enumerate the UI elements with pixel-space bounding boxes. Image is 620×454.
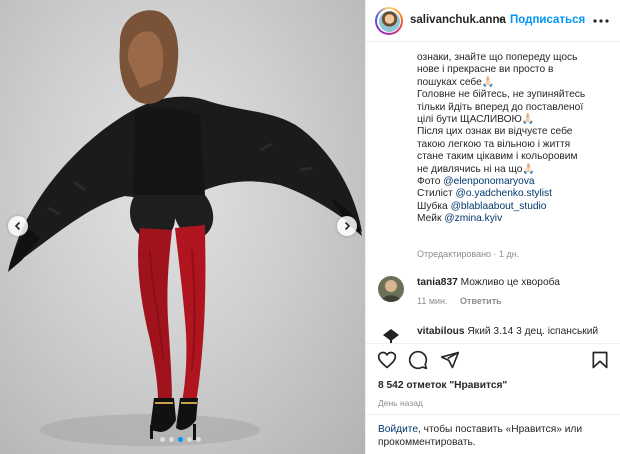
caption-line: такою легкою та вільною і життя [417, 138, 571, 150]
comment-time: 11 мин. [417, 296, 448, 306]
caption-credit: Стиліст @o.yadchenko.stylist [417, 188, 613, 200]
comment-text: vitabilous Який 3.14 3 дец. іспанський [417, 326, 613, 338]
reply-button[interactable]: Ответить [460, 296, 502, 306]
comment-body: Який 3.14 3 дец. іспанський [467, 326, 599, 337]
caption-line: Головне не бійтесь, не зупиняйтесь [417, 89, 586, 101]
carousel-dot [169, 437, 174, 442]
caption-credit: Фото @elenponomaryova [417, 176, 613, 188]
post-caption: ознаки, знайте що попереду щось нове і пр… [417, 52, 613, 226]
credit-label: Шубка [417, 200, 448, 212]
comment-text: tania837 Можливо це хвороба [417, 277, 613, 289]
credit-label: Стиліст [417, 188, 453, 200]
caption-line: нове і прекрасне ви просто в [417, 64, 554, 76]
post-sidebar: salivanchuk.anna • Подписаться ознаки, з… [365, 0, 620, 454]
login-link[interactable]: Войдите [378, 424, 418, 435]
paper-plane-icon[interactable] [440, 350, 460, 370]
caption-line: стане таким цікавим і кольоровим [417, 151, 578, 163]
comment-avatar[interactable] [378, 325, 404, 343]
carousel-dot-active [178, 437, 183, 442]
login-prompt: Войдите, чтобы поставить «Нравится» или … [366, 414, 620, 454]
caption-credit: Шубка @blablaabout_studio [417, 201, 613, 213]
photo-illustration [8, 10, 362, 446]
caption-line: ознаки, знайте що попереду щось [417, 52, 578, 63]
comment-meta: 11 мин. Ответить [417, 296, 512, 306]
caption-line: тільки йдіть вперед до поставленої [417, 101, 584, 113]
avatar[interactable] [375, 7, 403, 35]
mention-link[interactable]: @elenponomaryova [443, 176, 534, 187]
comment-avatar[interactable] [378, 276, 404, 302]
credit-label: Фото [417, 176, 441, 188]
heart-icon[interactable] [377, 350, 397, 370]
post-modal: salivanchuk.anna • Подписаться ознаки, з… [0, 0, 620, 454]
bookmark-icon[interactable] [590, 350, 610, 370]
caption-credit: Мейк @zmina.kyiv [417, 213, 613, 225]
comment-body: Можливо це хвороба [460, 277, 560, 288]
carousel-dot [160, 437, 165, 442]
caption-line: Після цих ознак ви відчуєте себе [417, 126, 573, 138]
chevron-left-icon[interactable] [8, 216, 28, 236]
action-bar [366, 343, 620, 373]
more-horizontal-icon[interactable] [592, 13, 610, 29]
edited-timestamp: Отредактировано · 1 дн. [417, 249, 520, 259]
chevron-right-icon[interactable] [337, 216, 357, 236]
post-header: salivanchuk.anna • Подписаться [366, 0, 620, 42]
follow-button[interactable]: Подписаться [510, 14, 585, 26]
comments-scroll[interactable]: ознаки, знайте що попереду щось нове і пр… [366, 43, 620, 343]
comment-bubble-icon[interactable] [408, 350, 428, 370]
comment-username[interactable]: tania837 [417, 277, 458, 288]
comment-username[interactable]: vitabilous [417, 326, 465, 337]
caption-line: цілі бути ЩАСЛИВОЮ🙏🏻 [417, 114, 535, 126]
mention-link[interactable]: @o.yadchenko.stylist [456, 188, 552, 199]
carousel-dot [196, 437, 201, 442]
caption-line: пошуках себе🙏🏻 [417, 76, 495, 88]
carousel-dots [160, 437, 201, 442]
credit-label: Мейк [417, 213, 442, 225]
post-photo[interactable] [0, 0, 365, 454]
mention-link[interactable]: @blablaabout_studio [451, 201, 547, 212]
mention-link[interactable]: @zmina.kyiv [444, 213, 502, 224]
post-date: День назад [378, 398, 423, 408]
like-count[interactable]: 8 542 отметок "Нравится" [378, 380, 507, 391]
username-link[interactable]: salivanchuk.anna [410, 14, 506, 26]
header-separator: • [499, 14, 503, 26]
carousel-dot [187, 437, 192, 442]
caption-line: не дивлячись ні на що🙏🏻 [417, 163, 536, 175]
